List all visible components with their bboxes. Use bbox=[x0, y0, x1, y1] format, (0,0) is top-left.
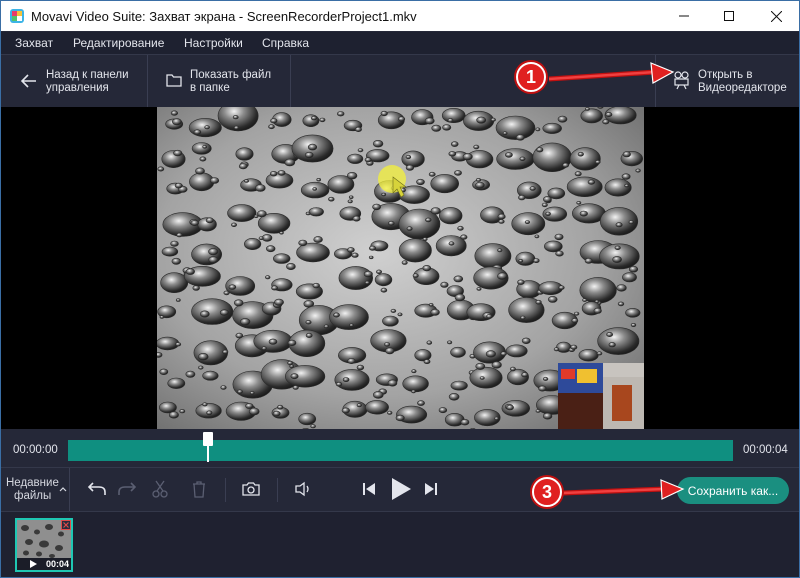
annotation-layer bbox=[548, 62, 685, 500]
annotation-arrow bbox=[562, 479, 685, 500]
app-window: Movavi Video Suite: Захват экрана - Scre… bbox=[0, 0, 800, 578]
annotation-arrow bbox=[548, 62, 675, 84]
annotation-badge: 1 bbox=[516, 62, 546, 92]
annotation-badge: 3 bbox=[532, 477, 562, 507]
